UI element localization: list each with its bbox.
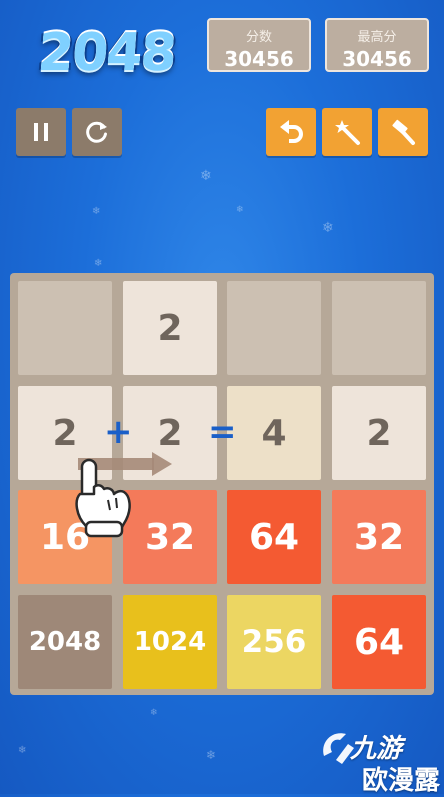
magic-wand-icon [335, 120, 360, 145]
score-box: 分数 30456 [207, 18, 311, 72]
hammer-button[interactable] [378, 108, 428, 156]
snowflake-icon: ❄ [94, 258, 103, 269]
snowflake-icon: ❄ [18, 745, 27, 756]
empty-cell [18, 281, 112, 375]
watermark-subtext: 欧漫露 [362, 766, 441, 796]
game-logo: 2048 [22, 18, 190, 88]
score-label: 分数 [245, 30, 272, 45]
tile-64: 64 [332, 595, 426, 689]
tile-4: 4 [227, 386, 321, 480]
restart-icon [86, 121, 107, 143]
logo-text: 2048 [35, 23, 177, 83]
restart-button[interactable] [72, 108, 122, 156]
tile-1024: 1024 [123, 595, 217, 689]
pointing-hand-icon [75, 458, 131, 538]
snowflake-icon: ❄ [322, 220, 334, 236]
equals-sign: = [208, 412, 237, 452]
plus-sign: + [104, 412, 133, 452]
hammer-icon [392, 119, 415, 145]
tile-64: 64 [227, 490, 321, 584]
tile-32: 32 [332, 490, 426, 584]
empty-cell [227, 281, 321, 375]
snowflake-icon: ❄ [92, 206, 101, 217]
pause-icon [34, 123, 48, 141]
snowflake-icon: ❄ [200, 168, 212, 184]
pause-button[interactable] [16, 108, 66, 156]
tile-2: 2 [123, 281, 217, 375]
empty-cell [332, 281, 426, 375]
tile-2: 2 [332, 386, 426, 480]
snowflake-icon: ❄ [206, 748, 217, 762]
best-score-label: 最高分 [357, 30, 397, 45]
magic-wand-button[interactable] [322, 108, 372, 156]
undo-icon [280, 120, 303, 143]
tile-2048: 2048 [18, 595, 112, 689]
undo-button[interactable] [266, 108, 316, 156]
best-score-value: 30456 [342, 47, 412, 71]
best-score-box: 最高分 30456 [325, 18, 429, 72]
snowflake-icon: ❄ [236, 205, 244, 215]
score-value: 30456 [224, 47, 294, 71]
tile-256: 256 [227, 595, 321, 689]
snowflake-icon: ❄ [150, 708, 158, 718]
